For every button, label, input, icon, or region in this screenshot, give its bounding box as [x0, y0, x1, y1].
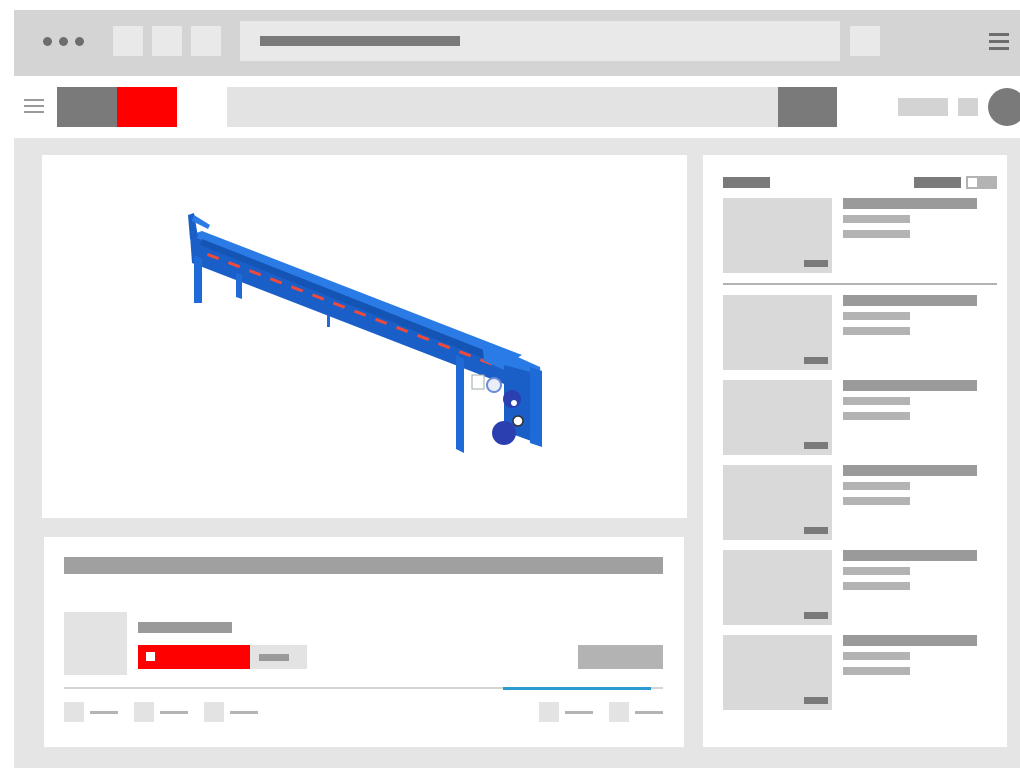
like-button[interactable] — [64, 702, 121, 722]
window-dot-icon[interactable] — [75, 37, 84, 46]
view-count — [578, 645, 663, 669]
related-title[interactable] — [843, 635, 977, 646]
avatar[interactable] — [988, 88, 1020, 126]
related-meta — [843, 215, 910, 223]
browser-menu-button[interactable] — [986, 31, 1014, 53]
channel-name[interactable] — [138, 622, 232, 633]
channel-avatar[interactable] — [64, 612, 127, 675]
sidebar-divider — [723, 283, 997, 285]
related-meta — [843, 582, 910, 590]
duration-badge — [804, 697, 828, 704]
related-meta — [843, 312, 910, 320]
subscribe-button[interactable] — [138, 645, 250, 669]
related-meta — [843, 230, 910, 238]
motor — [492, 421, 516, 445]
autoplay-label — [914, 177, 961, 188]
thumb-down-icon — [134, 702, 154, 722]
duration-badge — [804, 357, 828, 364]
save-icon — [539, 702, 559, 722]
more-icon — [609, 702, 629, 722]
autoplay-toggle[interactable] — [966, 176, 997, 189]
conveyor-leg — [236, 273, 242, 299]
video-title — [64, 557, 663, 574]
toggle-knob — [968, 178, 977, 187]
window-dot-icon[interactable] — [59, 37, 68, 46]
search-button[interactable] — [778, 87, 837, 127]
bearing — [486, 377, 502, 393]
site-logo[interactable] — [57, 87, 117, 127]
related-title[interactable] — [843, 550, 977, 561]
share-button[interactable] — [204, 702, 261, 722]
share-icon — [204, 702, 224, 722]
checkbox-icon — [146, 652, 155, 661]
header-upload-link[interactable] — [898, 98, 948, 116]
up-next-label — [723, 177, 770, 188]
related-title[interactable] — [843, 295, 977, 306]
like-bar-track — [64, 687, 663, 690]
related-meta — [843, 667, 910, 675]
site-logo-mark[interactable] — [117, 87, 177, 127]
related-meta — [843, 652, 910, 660]
related-title[interactable] — [843, 198, 977, 209]
related-meta — [843, 327, 910, 335]
thumb-up-icon — [64, 702, 84, 722]
more-button[interactable] — [609, 702, 663, 722]
duration-badge — [804, 612, 828, 619]
related-meta — [843, 412, 910, 420]
browser-tab[interactable] — [191, 26, 221, 56]
duration-badge — [804, 442, 828, 449]
like-bar-fill — [503, 687, 651, 690]
conveyor-leg — [532, 385, 540, 443]
conveyor-render — [188, 213, 542, 453]
related-meta — [843, 497, 910, 505]
dislike-button[interactable] — [134, 702, 191, 722]
hamburger-icon — [989, 33, 1009, 36]
related-meta — [843, 397, 910, 405]
hamburger-icon — [24, 99, 44, 101]
related-title[interactable] — [843, 380, 977, 391]
browser-action-button[interactable] — [850, 26, 880, 56]
notifications-icon[interactable] — [958, 98, 978, 116]
related-title[interactable] — [843, 465, 977, 476]
related-meta — [843, 482, 910, 490]
site-menu-button[interactable] — [22, 96, 48, 116]
search-input[interactable] — [227, 87, 778, 127]
duration-badge — [804, 527, 828, 534]
conveyor-leg — [456, 355, 464, 453]
window-dot-icon[interactable] — [43, 37, 52, 46]
related-meta — [843, 567, 910, 575]
browser-tab[interactable] — [152, 26, 182, 56]
video-player[interactable] — [42, 155, 687, 518]
conveyor-leg — [194, 255, 202, 303]
address-text — [260, 36, 460, 46]
duration-badge — [804, 260, 828, 267]
save-button[interactable] — [539, 702, 596, 722]
subscriber-count — [250, 645, 307, 669]
browser-tab[interactable] — [113, 26, 143, 56]
